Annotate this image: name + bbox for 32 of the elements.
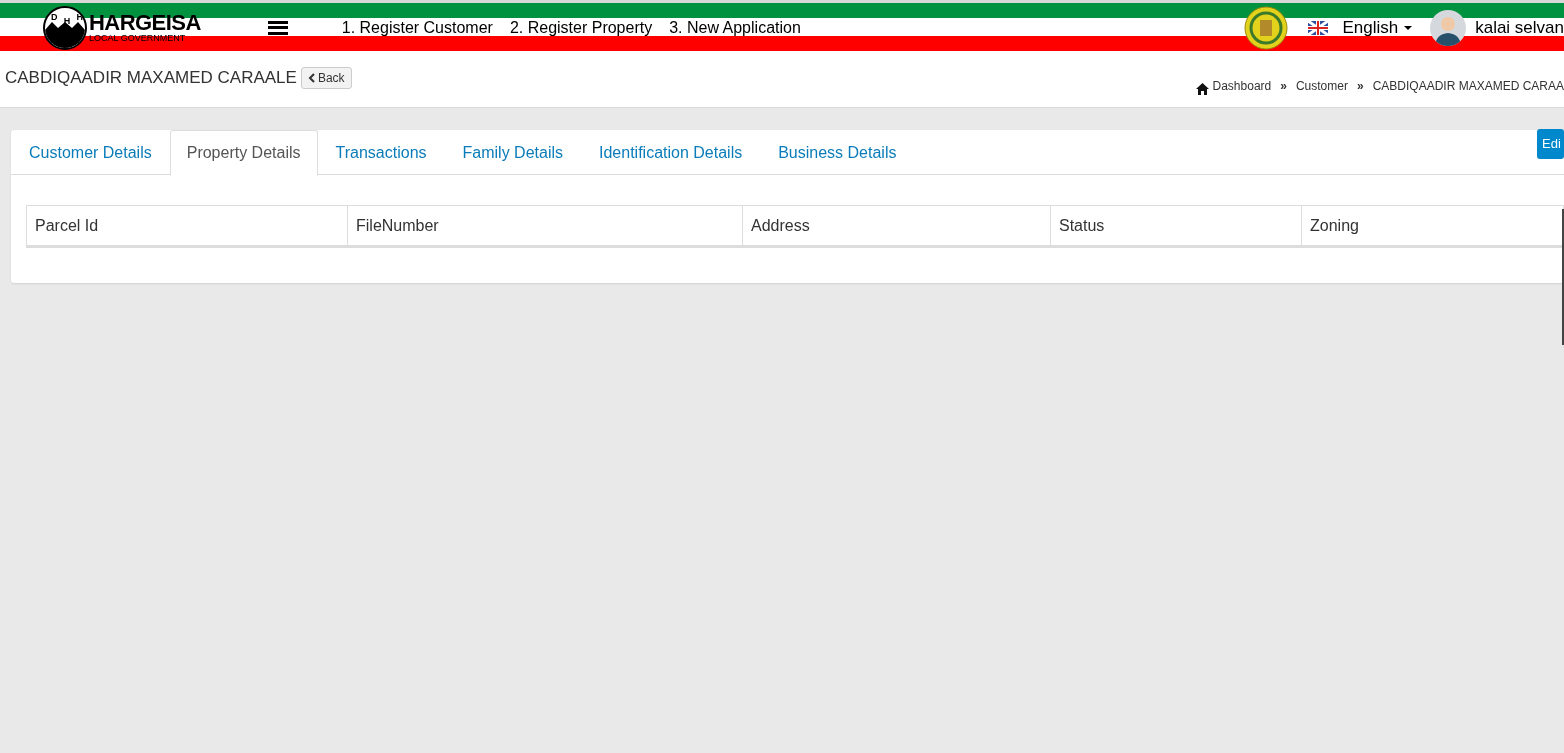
tab[interactable]: Transactions (317, 130, 445, 175)
breadcrumb-link[interactable]: CABDIQAADIR MAXAMED CARAA (1372, 77, 1564, 95)
chevron-icon (307, 73, 315, 83)
column-header: FileNumber (347, 206, 742, 245)
flag-icon (1308, 20, 1329, 35)
seal-icon (1244, 5, 1289, 50)
tab[interactable]: Family Details (444, 130, 581, 175)
edit-button[interactable]: Edi (1537, 129, 1564, 159)
column-header: Status (1050, 206, 1301, 245)
breadcrumb-separator: » (1356, 78, 1364, 95)
user-name[interactable]: kalai selvan (1475, 14, 1564, 41)
tab[interactable]: Business Details (760, 130, 915, 175)
emblem-letter: D (51, 12, 58, 24)
breadcrumb-separator: » (1280, 78, 1287, 95)
page-title: CABDIQAADIR MAXAMED CARAALE (5, 67, 297, 90)
tab[interactable]: Property Details (169, 130, 318, 176)
home-icon (1195, 83, 1209, 95)
caret-icon (1404, 25, 1413, 30)
nav-link[interactable]: 1. Register Customer (341, 15, 493, 40)
brand-subtitle: LOCAL GOVERNMENT (89, 34, 187, 43)
column-header: Address (742, 206, 1050, 245)
breadcrumb-link[interactable]: Customer (1295, 77, 1348, 95)
nav-link[interactable]: 3. New Application (669, 15, 801, 40)
back-button[interactable]: Back (300, 67, 352, 89)
tab[interactable]: Identification Details (581, 130, 761, 175)
breadcrumb-link[interactable]: Dashboard (1195, 77, 1272, 95)
column-header: Parcel Id (34, 215, 100, 236)
language-dropdown[interactable]: English (1342, 14, 1413, 41)
menu-icon[interactable] (267, 20, 288, 35)
brand-name: HARGEISA (89, 12, 201, 34)
tab[interactable]: Customer Details (11, 130, 170, 175)
nav-link[interactable]: 2. Register Property (509, 15, 653, 40)
